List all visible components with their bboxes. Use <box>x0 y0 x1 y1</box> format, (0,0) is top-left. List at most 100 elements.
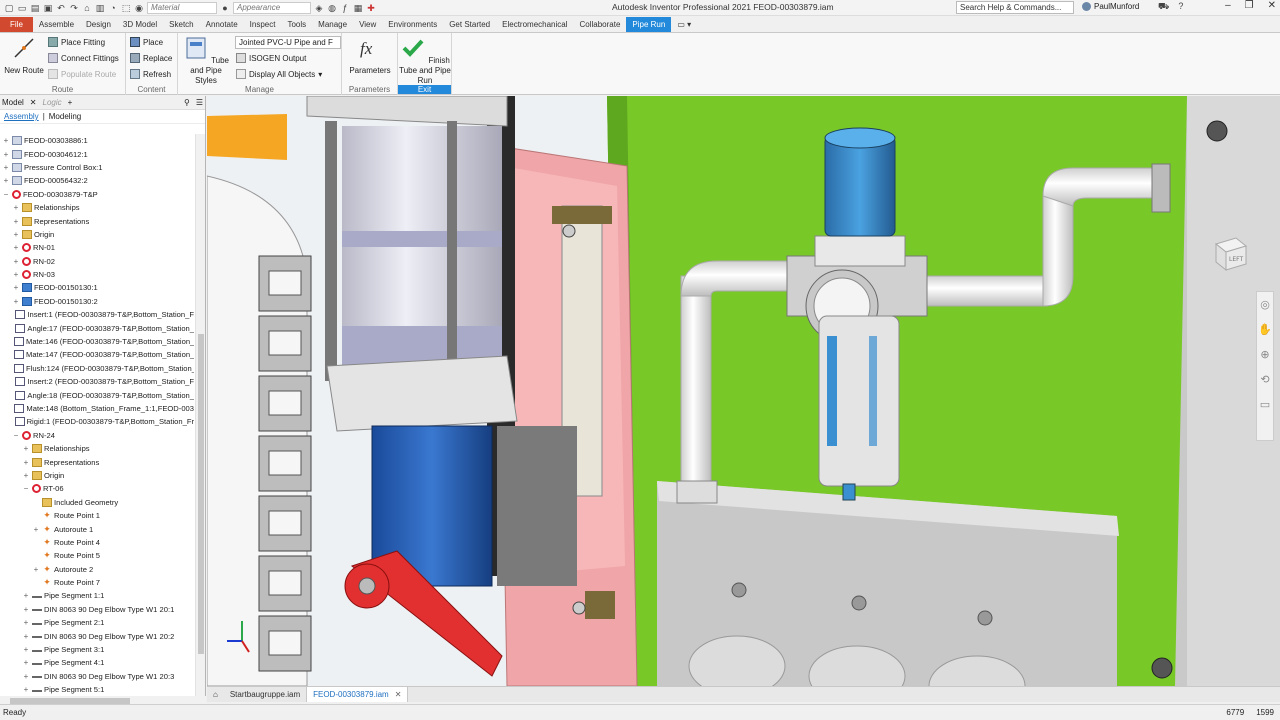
ribbon-tab-file[interactable]: File <box>0 17 33 32</box>
cart-icon[interactable]: ⛟ <box>1158 1 1169 13</box>
tree-row[interactable]: ✦ Route Point 7 <box>0 576 194 589</box>
tree-row[interactable]: + DIN 8063 90 Deg Elbow Type W1 20:2 <box>0 629 194 642</box>
tree-expander-icon[interactable]: + <box>22 471 30 480</box>
measure-icon[interactable]: ▦ <box>353 3 363 13</box>
browser-vertical-scrollbar[interactable] <box>195 134 205 696</box>
tree-row[interactable]: − RT-06 <box>0 482 194 495</box>
tree-row[interactable]: + FEOD-00304612:1 <box>0 147 194 160</box>
ribbon-tab-view[interactable]: View <box>353 17 382 32</box>
tree-row[interactable]: Rigid:1 (FEOD-00303879-T&P,Bottom_Statio… <box>0 415 194 428</box>
tree-row[interactable]: Angle:17 (FEOD-00303879-T&P,Bottom_Stati… <box>0 321 194 334</box>
open-file-icon[interactable]: ▤ <box>30 3 40 13</box>
tree-expander-icon[interactable]: + <box>12 283 20 292</box>
tree-expander-icon[interactable]: + <box>22 591 30 600</box>
zoom-icon[interactable]: ⊕ <box>1260 348 1269 361</box>
properties-icon[interactable]: ▥ <box>95 3 105 13</box>
close-button[interactable]: ✕ <box>1268 0 1276 11</box>
appearance-selector[interactable]: Appearance <box>233 1 311 14</box>
tree-row[interactable]: Insert:1 (FEOD-00303879-T&P,Bottom_Stati… <box>0 308 194 321</box>
doc-tab-startbaugruppe[interactable]: Startbaugruppe.iam <box>224 687 306 702</box>
new-file-icon[interactable]: ▭ <box>17 3 27 13</box>
tree-row[interactable]: Insert:2 (FEOD-00303879-T&P,Bottom_Stati… <box>0 375 194 388</box>
fx-icon[interactable]: ƒ <box>340 3 350 13</box>
select-icon[interactable]: ⬚ <box>121 3 131 13</box>
ribbon-tab-electromechanical[interactable]: Electromechanical <box>496 17 573 32</box>
tree-row[interactable]: − FEOD-00303879-T&P <box>0 188 194 201</box>
tree-row[interactable]: ✦ Route Point 1 <box>0 509 194 522</box>
tree-row[interactable]: + Relationships <box>0 201 194 214</box>
tree-expander-icon[interactable]: + <box>22 458 30 467</box>
tree-row[interactable]: + Pressure Control Box:1 <box>0 161 194 174</box>
tree-expander-icon[interactable]: + <box>22 618 30 627</box>
tree-expander-icon[interactable]: + <box>32 525 40 534</box>
add-tab-icon[interactable]: + <box>68 98 73 107</box>
place-button[interactable]: Place <box>130 37 163 47</box>
ribbon-tab-annotate[interactable]: Annotate <box>200 17 244 32</box>
tree-row[interactable]: ✦ Route Point 4 <box>0 536 194 549</box>
refresh-button[interactable]: Refresh <box>130 69 171 79</box>
style-dropdown[interactable]: Jointed PVC-U Pipe and F <box>235 36 341 49</box>
tree-expander-icon[interactable]: + <box>2 163 10 172</box>
tree-row[interactable]: Angle:18 (FEOD-00303879-T&P,Bottom_Stati… <box>0 388 194 401</box>
tree-row[interactable]: + Origin <box>0 228 194 241</box>
look-at-icon[interactable]: ▭ <box>1260 398 1270 411</box>
close-tab-icon[interactable]: ✕ <box>395 687 402 702</box>
save-icon[interactable]: ▣ <box>43 3 53 13</box>
tree-row[interactable]: + Origin <box>0 469 194 482</box>
tree-expander-icon[interactable]: + <box>22 645 30 654</box>
finish-tube-pipe-run-button[interactable]: Finish Tube and Pipe Run <box>399 35 451 86</box>
tree-row[interactable]: − RN-24 <box>0 429 194 442</box>
tree-expander-icon[interactable]: + <box>22 632 30 641</box>
tree-expander-icon[interactable]: + <box>12 230 20 239</box>
pan-icon[interactable]: ✋ <box>1258 323 1272 336</box>
help-icon[interactable]: ? <box>1178 1 1183 13</box>
tree-row[interactable]: Flush:124 (FEOD-00303879-T&P,Bottom_Stat… <box>0 362 194 375</box>
tree-row[interactable]: ✦ Route Point 5 <box>0 549 194 562</box>
ribbon-tab-design[interactable]: Design <box>80 17 117 32</box>
tree-row[interactable]: + RN-01 <box>0 241 194 254</box>
tree-row[interactable]: + Pipe Segment 3:1 <box>0 643 194 656</box>
ribbon-tab-pipe-run[interactable]: Pipe Run <box>626 17 672 32</box>
tree-row[interactable]: + DIN 8063 90 Deg Elbow Type W1 20:3 <box>0 670 194 683</box>
tree-expander-icon[interactable]: + <box>12 270 20 279</box>
home-tab[interactable]: ⌂ <box>207 687 224 702</box>
tree-expander-icon[interactable]: + <box>22 658 30 667</box>
viewcube[interactable]: LEFT <box>1210 234 1250 274</box>
tree-expander-icon[interactable]: − <box>2 190 10 199</box>
replace-button[interactable]: Replace <box>130 53 172 63</box>
browser-tab-logic[interactable]: Logic <box>43 98 62 107</box>
tree-row[interactable]: + FEOD-00150130:1 <box>0 281 194 294</box>
ribbon-tab-manage[interactable]: Manage <box>312 17 353 32</box>
orbit-icon[interactable]: ⟲ <box>1260 373 1269 386</box>
tree-row[interactable]: + Relationships <box>0 442 194 455</box>
ribbon-tab-collaborate[interactable]: Collaborate <box>574 17 627 32</box>
tree-row[interactable]: + Pipe Segment 4:1 <box>0 656 194 669</box>
tree-row[interactable]: + Representations <box>0 455 194 468</box>
tree-expander-icon[interactable]: + <box>2 150 10 159</box>
tree-expander-icon[interactable]: + <box>12 203 20 212</box>
search-icon[interactable]: ⚲ <box>184 98 190 107</box>
connect-fittings-button[interactable]: Connect Fittings <box>48 53 119 63</box>
ribbon-tab-3d-model[interactable]: 3D Model <box>117 17 163 32</box>
tube-pipe-styles-button[interactable]: Tube and Pipe Styles <box>180 35 232 86</box>
tree-row[interactable]: + FEOD-00056432:2 <box>0 174 194 187</box>
tree-expander-icon[interactable]: + <box>12 243 20 252</box>
tree-row[interactable]: + FEOD-00303886:1 <box>0 134 194 147</box>
subtab-assembly[interactable]: Assembly <box>4 112 39 121</box>
tree-expander-icon[interactable]: + <box>12 257 20 266</box>
new-route-button[interactable]: New Route <box>2 35 46 76</box>
graphics-viewport[interactable]: LEFT ◎ ✋ ⊕ ⟲ ▭ <box>207 96 1280 686</box>
material-selector[interactable]: Material <box>147 1 217 14</box>
tree-row[interactable]: + Pipe Segment 2:1 <box>0 616 194 629</box>
app-menu-icon[interactable]: ▢ <box>4 3 14 13</box>
ribbon-tab-environments[interactable]: Environments <box>382 17 443 32</box>
tree-expander-icon[interactable]: + <box>2 176 10 185</box>
tree-expander-icon[interactable]: + <box>2 136 10 145</box>
tree-row[interactable]: Included Geometry <box>0 496 194 509</box>
browser-tab-model[interactable]: Model <box>2 98 24 107</box>
tree-row[interactable]: Mate:148 (Bottom_Station_Frame_1:1,FEOD-… <box>0 402 194 415</box>
clear-override-icon[interactable]: ◈ <box>314 3 324 13</box>
doc-tab-feod-00303879[interactable]: FEOD-00303879.iam ✕ <box>306 687 409 702</box>
tree-expander-icon[interactable]: + <box>32 565 40 574</box>
isogen-output-button[interactable]: ISOGEN Output <box>236 53 306 63</box>
